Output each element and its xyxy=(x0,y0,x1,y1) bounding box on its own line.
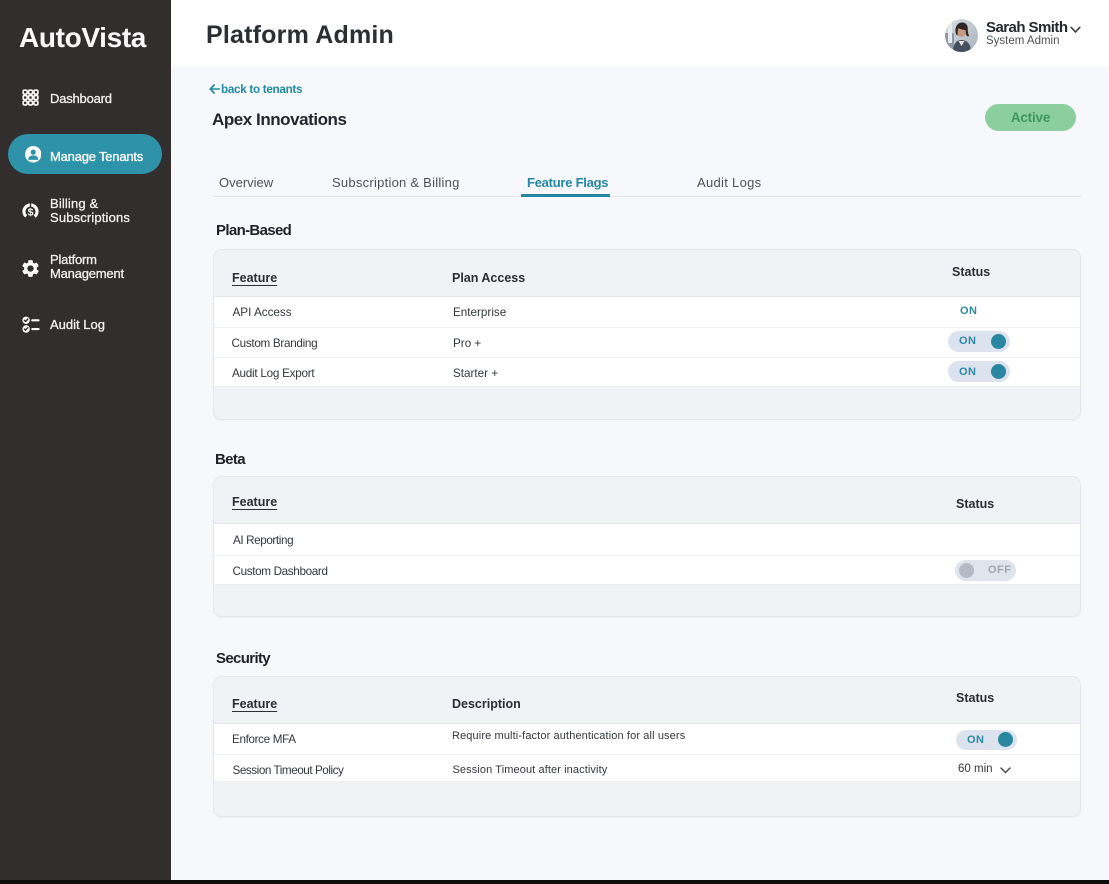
svg-text:$: $ xyxy=(28,206,34,218)
